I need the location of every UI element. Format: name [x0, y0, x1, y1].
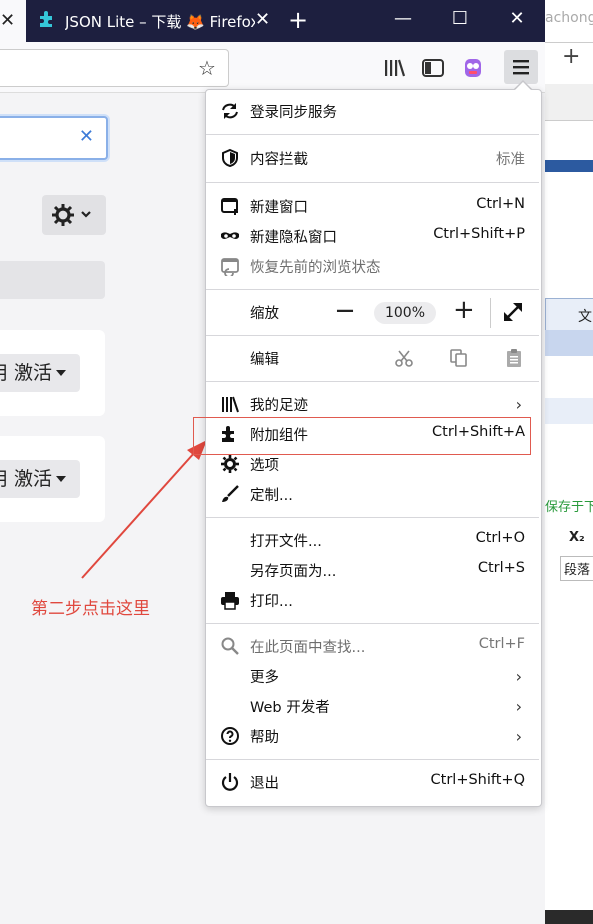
menu-item-find[interactable]: 在此页面中查找... Ctrl+F — [206, 631, 539, 661]
zoom-divider — [490, 298, 491, 328]
menu-item-restore-session[interactable]: 恢复先前的浏览状态 — [206, 251, 539, 281]
subscript-icon: X₂ — [569, 530, 585, 545]
chevron-right-icon: › — [515, 395, 522, 414]
zoom-label: 缩放 — [250, 306, 279, 322]
new-window-label: 新建窗口 — [250, 200, 308, 216]
restore-session-icon — [221, 258, 239, 276]
options-label: 选项 — [250, 458, 279, 474]
menu-item-customize[interactable]: 定制... — [206, 479, 539, 509]
sync-icon — [222, 103, 238, 119]
menu-item-sync[interactable]: 登录同步服务 — [206, 96, 539, 126]
library-label: 我的足迹 — [250, 398, 308, 414]
save-page-label: 另存页面为... — [250, 564, 337, 580]
private-mask-icon — [221, 232, 239, 240]
new-window-icon — [221, 198, 238, 215]
save-page-shortcut: Ctrl+S — [477, 560, 525, 576]
chevron-right-icon: › — [515, 697, 522, 716]
menu-item-content-blocking[interactable]: 内容拦截 标准 — [206, 143, 539, 173]
separator — [206, 134, 539, 135]
background-band — [545, 330, 593, 356]
customize-label: 定制... — [250, 488, 293, 504]
print-label: 打印... — [250, 594, 293, 610]
paste-icon[interactable] — [504, 347, 524, 369]
menu-item-open-file[interactable]: 打开文件... Ctrl+O — [206, 525, 539, 555]
find-shortcut: Ctrl+F — [478, 636, 525, 652]
zoom-in-button[interactable]: + — [453, 296, 475, 324]
menu-item-library[interactable]: 我的足迹 › — [206, 389, 539, 419]
panel-arrow-fill — [514, 82, 532, 91]
search-icon — [221, 637, 239, 655]
restore-session-label: 恢复先前的浏览状态 — [250, 260, 381, 276]
fullscreen-icon[interactable] — [502, 301, 524, 323]
background-statusbar — [545, 910, 593, 924]
background-save-text: 保存于下 — [545, 500, 593, 515]
background-window-tab: achong — [545, 0, 593, 43]
help-label: 帮助 — [250, 730, 279, 746]
new-window-shortcut: Ctrl+N — [476, 196, 525, 212]
find-label: 在此页面中查找... — [250, 640, 366, 656]
new-private-label: 新建隐私窗口 — [250, 230, 337, 246]
quit-label: 退出 — [250, 776, 279, 792]
menu-item-save-page[interactable]: 另存页面为... Ctrl+S — [206, 555, 539, 585]
separator — [206, 381, 539, 382]
gear-icon — [221, 455, 239, 473]
open-file-shortcut: Ctrl+O — [475, 530, 525, 546]
chevron-right-icon: › — [515, 667, 522, 686]
printer-icon — [221, 592, 239, 610]
background-bar — [545, 160, 593, 172]
menu-item-web-developer[interactable]: Web 开发者 › — [206, 691, 539, 721]
separator — [206, 335, 539, 336]
web-dev-label: Web 开发者 — [250, 700, 330, 716]
separator — [206, 623, 539, 624]
menu-item-new-window[interactable]: 新建窗口 Ctrl+N — [206, 191, 539, 221]
new-private-shortcut: Ctrl+Shift+P — [433, 226, 525, 242]
annotation-highlight-box — [193, 417, 531, 455]
background-window — [545, 0, 593, 924]
library-icon — [222, 396, 239, 413]
content-blocking-value: 标准 — [496, 152, 525, 168]
quit-shortcut: Ctrl+Shift+Q — [430, 772, 525, 788]
menu-item-edit: 编辑 — [206, 343, 539, 373]
annotation-text: 第二步点击这里 — [31, 599, 150, 619]
background-band — [545, 398, 593, 424]
menu-item-new-private-window[interactable]: 新建隐私窗口 Ctrl+Shift+P — [206, 221, 539, 251]
background-toolbar — [545, 84, 593, 121]
copy-icon[interactable] — [449, 348, 469, 368]
background-plus-icon: + — [562, 44, 581, 69]
menu-item-help[interactable]: 帮助 › — [206, 721, 539, 751]
power-icon — [221, 773, 239, 791]
help-icon — [221, 727, 239, 745]
zoom-reset-button[interactable]: 100% — [374, 302, 436, 324]
separator — [206, 517, 539, 518]
menu-item-print[interactable]: 打印... — [206, 585, 539, 615]
separator — [206, 289, 539, 290]
chevron-right-icon: › — [515, 727, 522, 746]
shield-icon — [222, 148, 238, 168]
content-blocking-label: 内容拦截 — [250, 152, 308, 168]
edit-label: 编辑 — [250, 352, 279, 368]
sync-label: 登录同步服务 — [250, 105, 337, 121]
open-file-label: 打开文件... — [250, 534, 322, 550]
paintbrush-icon — [222, 485, 239, 502]
separator — [206, 182, 539, 183]
more-label: 更多 — [250, 670, 279, 686]
menu-item-quit[interactable]: 退出 Ctrl+Shift+Q — [206, 767, 539, 797]
zoom-out-button[interactable]: — — [336, 300, 354, 321]
paragraph-format-select: 段落 — [560, 556, 593, 581]
background-url-text: achong — [545, 10, 593, 26]
cut-icon[interactable] — [394, 348, 414, 368]
menu-item-more[interactable]: 更多 › — [206, 661, 539, 691]
separator — [206, 759, 539, 760]
background-tab-label: 文 — [578, 309, 592, 325]
